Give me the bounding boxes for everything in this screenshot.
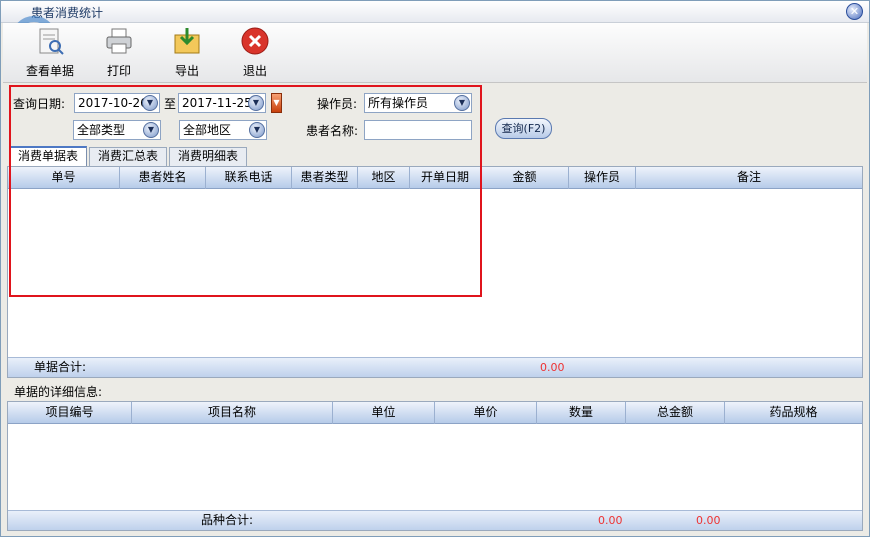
- exit-label: 退出: [242, 64, 267, 78]
- print-button[interactable]: 打印: [99, 25, 139, 79]
- patient-type-select[interactable]: 全部类型 ▼: [73, 120, 161, 140]
- variety-total-amount: 0.00: [696, 514, 721, 527]
- query-button[interactable]: 查询(F2): [495, 118, 552, 139]
- detail-grid-header: 项目编号 项目名称 单位 单价 数量 总金额 药品规格: [8, 402, 862, 424]
- exit-icon: [241, 27, 269, 55]
- tab-receipt-list[interactable]: 消费单据表: [9, 146, 87, 166]
- view-receipt-label: 查看单据: [25, 64, 74, 78]
- export-button[interactable]: 导出: [167, 25, 207, 79]
- patient-name-label: 患者名称:: [306, 124, 359, 138]
- column-header[interactable]: 备注: [636, 167, 862, 189]
- column-header[interactable]: 数量: [537, 402, 626, 424]
- column-header[interactable]: 单位: [333, 402, 435, 424]
- column-header[interactable]: 项目名称: [132, 402, 333, 424]
- operator-value: 所有操作员: [368, 96, 429, 110]
- variety-total-label: 品种合计:: [201, 513, 254, 527]
- filter-panel: 查询日期: 2017-10-26 ▼ 至 2017-11-25 ▼ ▼ 操作员:…: [3, 87, 867, 149]
- chevron-down-icon[interactable]: ▼: [248, 95, 264, 111]
- chevron-down-icon[interactable]: ▼: [143, 122, 159, 138]
- column-header[interactable]: 开单日期: [410, 167, 481, 189]
- column-header[interactable]: 单价: [435, 402, 537, 424]
- variety-total-quantity: 0.00: [598, 514, 623, 527]
- tab-details[interactable]: 消费明细表: [169, 147, 247, 166]
- view-document-icon: [39, 28, 64, 55]
- column-header[interactable]: 患者类型: [292, 167, 358, 189]
- view-receipt-button[interactable]: 查看单据: [21, 25, 79, 79]
- date-from-picker[interactable]: 2017-10-26 ▼: [74, 93, 160, 113]
- close-icon[interactable]: ✕: [846, 3, 863, 20]
- date-to-label: 至: [164, 97, 177, 111]
- column-header[interactable]: 患者姓名: [120, 167, 206, 189]
- region-select[interactable]: 全部地区 ▼: [179, 120, 267, 140]
- column-header[interactable]: 联系电话: [206, 167, 292, 189]
- column-header[interactable]: 项目编号: [8, 402, 132, 424]
- column-header[interactable]: 操作员: [569, 167, 636, 189]
- column-header[interactable]: 金额: [481, 167, 569, 189]
- export-label: 导出: [174, 64, 199, 78]
- chevron-down-icon[interactable]: ▼: [249, 122, 265, 138]
- toolbar: 查看单据 打印 导出 退出: [3, 23, 867, 83]
- date-range-menu-icon[interactable]: ▼: [271, 93, 282, 113]
- export-icon: [174, 28, 200, 54]
- region-value: 全部地区: [183, 123, 232, 137]
- detail-grid-footer: 品种合计: 0.00 0.00: [8, 510, 862, 530]
- column-header[interactable]: 药品规格: [725, 402, 862, 424]
- chevron-down-icon[interactable]: ▼: [454, 95, 470, 111]
- window-title: 患者消费统计: [31, 6, 104, 20]
- receipt-grid: 单号 患者姓名 联系电话 患者类型 地区 开单日期 金额 操作员 备注 单据合计…: [7, 166, 863, 378]
- date-to-picker[interactable]: 2017-11-25 ▼: [178, 93, 266, 113]
- date-from-value: 2017-10-26: [78, 96, 148, 110]
- print-label: 打印: [106, 64, 131, 78]
- patient-consumption-window: 患者消费统计 ✕ 河东软件园 www.pc0359.cn 查看单据: [0, 0, 870, 537]
- patient-type-value: 全部类型: [77, 123, 126, 137]
- column-header[interactable]: 地区: [358, 167, 410, 189]
- tab-summary[interactable]: 消费汇总表: [89, 147, 167, 166]
- patient-name-input[interactable]: [364, 120, 472, 140]
- receipt-grid-header: 单号 患者姓名 联系电话 患者类型 地区 开单日期 金额 操作员 备注: [8, 167, 862, 189]
- detail-grid: 项目编号 项目名称 单位 单价 数量 总金额 药品规格 品种合计: 0.00 0…: [7, 401, 863, 531]
- detail-section-label: 单据的详细信息:: [14, 385, 103, 399]
- column-header[interactable]: 总金额: [626, 402, 725, 424]
- chevron-down-icon[interactable]: ▼: [142, 95, 158, 111]
- operator-select[interactable]: 所有操作员 ▼: [364, 93, 472, 113]
- receipt-total-amount: 0.00: [540, 361, 565, 374]
- printer-icon: [106, 28, 132, 54]
- date-to-value: 2017-11-25: [182, 96, 252, 110]
- operator-label: 操作员:: [317, 97, 358, 111]
- receipt-grid-footer: 单据合计: 0.00: [8, 357, 862, 377]
- exit-button[interactable]: 退出: [235, 25, 275, 79]
- receipt-total-label: 单据合计:: [34, 360, 87, 374]
- date-label: 查询日期:: [13, 97, 66, 111]
- title-bar: 患者消费统计 ✕: [1, 1, 869, 23]
- column-header[interactable]: 单号: [8, 167, 120, 189]
